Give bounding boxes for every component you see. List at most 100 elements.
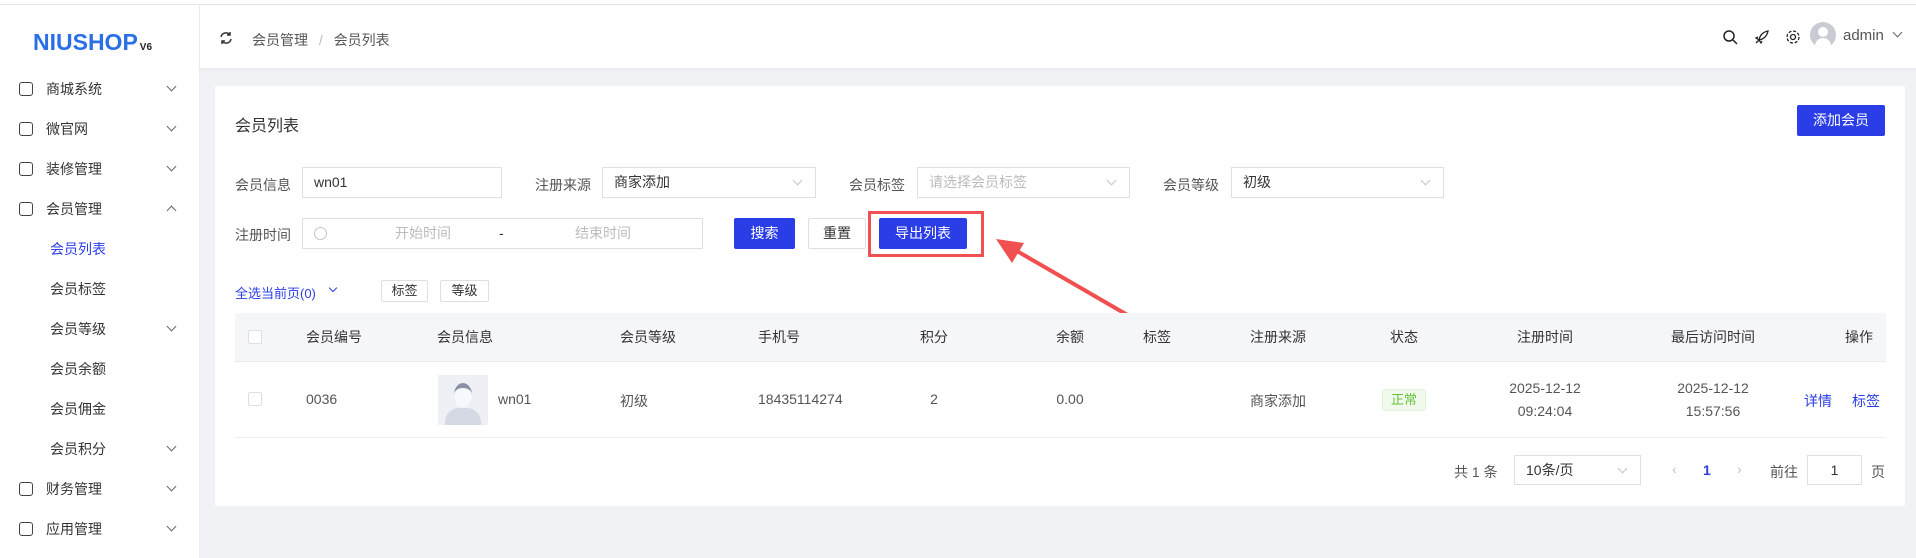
chevron-down-icon (166, 481, 177, 492)
page-1[interactable]: 1 (1703, 462, 1711, 478)
member-points: 2 (930, 391, 938, 407)
member-id: 0036 (306, 391, 338, 407)
tag-label: 会员标签 (849, 177, 905, 193)
source-value: 商家添加 (614, 174, 670, 190)
chevron-down-icon (1617, 463, 1628, 474)
member-info-input[interactable]: wn01 (302, 167, 502, 198)
sidebar-item-label: 会员管理 (46, 201, 102, 217)
member-avatar (438, 375, 488, 425)
sidebar-item[interactable]: 会员积分 (0, 431, 200, 467)
column-header: 会员等级 (620, 329, 676, 345)
sidebar-item-label: 会员等级 (50, 321, 106, 337)
select-all-checkbox[interactable] (248, 330, 262, 344)
clock-icon (314, 227, 327, 240)
shopping-bag-icon (19, 82, 33, 96)
sidebar-item[interactable]: 财务管理 (0, 471, 200, 507)
chevron-down-icon[interactable] (1892, 27, 1903, 38)
column-header: 余额 (1056, 329, 1084, 345)
breadcrumb: 会员管理 / 会员列表 (252, 30, 390, 50)
level-label: 会员等级 (1163, 177, 1219, 193)
reset-button[interactable]: 重置 (808, 218, 866, 249)
sidebar-item-label: 装修管理 (46, 161, 102, 177)
username[interactable]: admin (1843, 27, 1884, 44)
tag-link[interactable]: 标签 (1852, 391, 1880, 411)
member-level: 初级 (620, 393, 648, 409)
breadcrumb-item[interactable]: 会员管理 (252, 32, 308, 48)
row-checkbox[interactable] (248, 392, 262, 406)
rocket-icon[interactable] (1754, 29, 1770, 45)
tag-placeholder: 请选择会员标签 (929, 174, 1027, 190)
chevron-down-icon (166, 121, 177, 132)
end-time-input[interactable]: 结束时间 (538, 219, 668, 248)
finance-icon (19, 482, 33, 496)
select-current-page[interactable]: 全选当前页(0) (235, 283, 316, 302)
decoration-icon (19, 162, 33, 176)
page-size-select[interactable]: 10条/页 (1514, 455, 1641, 485)
sidebar-item[interactable]: 会员余额 (0, 351, 200, 387)
sidebar-item-label: 微官网 (46, 121, 88, 137)
sidebar-item[interactable]: 会员标签 (0, 271, 200, 307)
logo[interactable]: NIUSHOP V6 (33, 29, 152, 56)
level-select[interactable]: 初级 (1231, 167, 1444, 198)
sidebar-item-label: 会员列表 (50, 241, 106, 257)
source-select[interactable]: 商家添加 (602, 167, 816, 198)
app-icon (19, 522, 33, 536)
column-header: 操作 (1845, 329, 1873, 345)
column-header: 状态 (1390, 329, 1418, 345)
sidebar-item[interactable]: 会员管理 (0, 191, 200, 227)
detail-link[interactable]: 详情 (1804, 391, 1832, 411)
start-time-input[interactable]: 开始时间 (373, 219, 473, 248)
sidebar-item-label: 会员余额 (50, 361, 106, 377)
search-button[interactable]: 搜索 (734, 218, 795, 249)
last-visit-date: 2025-12-12 (1677, 380, 1749, 396)
sidebar-item[interactable]: 应用管理 (0, 511, 200, 547)
member-icon (19, 202, 33, 216)
member-phone: 18435114274 (758, 391, 843, 407)
column-header: 积分 (920, 329, 948, 345)
page-suffix: 页 (1871, 464, 1885, 480)
refresh-icon[interactable] (219, 31, 233, 45)
avatar[interactable] (1810, 22, 1836, 48)
search-icon[interactable] (1722, 29, 1738, 45)
date-range-picker[interactable]: 开始时间 - 结束时间 (302, 218, 703, 249)
sidebar-item[interactable]: 商城系统 (0, 71, 200, 107)
breadcrumb-current: 会员列表 (333, 32, 390, 48)
sidebar-item[interactable]: 会员等级 (0, 311, 200, 347)
goto-label: 前往 (1770, 464, 1798, 480)
chevron-down-icon (166, 441, 177, 452)
column-header: 会员编号 (306, 329, 362, 345)
range-separator: - (499, 225, 504, 241)
sidebar: NIUSHOP V6 商城系统微官网装修管理会员管理会员列表会员标签会员等级会员余… (0, 5, 200, 558)
source-label: 注册来源 (535, 177, 591, 193)
sidebar-item[interactable]: 会员列表 (0, 231, 200, 267)
highlight-box (868, 211, 984, 257)
sidebar-item[interactable]: 微官网 (0, 111, 200, 147)
chevron-down-icon (166, 321, 177, 332)
chevron-down-icon (792, 175, 803, 186)
next-page-button[interactable]: › (1737, 461, 1742, 477)
page-title: 会员列表 (235, 118, 300, 135)
logo-version: V6 (139, 42, 153, 53)
add-member-button[interactable]: 添加会员 (1797, 105, 1885, 136)
column-header: 会员信息 (437, 329, 493, 345)
sidebar-item-label: 会员佣金 (50, 401, 106, 417)
column-header: 注册时间 (1517, 329, 1573, 345)
sidebar-item[interactable]: 会员佣金 (0, 391, 200, 427)
reg-time-label: 注册时间 (235, 227, 291, 243)
reg-date: 2025-12-12 (1509, 380, 1581, 396)
chevron-down-icon (166, 81, 177, 92)
sidebar-item-label: 应用管理 (46, 521, 102, 537)
goto-page-input[interactable]: 1 (1807, 455, 1862, 485)
logo-text: NIUSHOP (33, 29, 138, 55)
batch-tag-button[interactable]: 标签 (381, 280, 428, 302)
chevron-up-icon (166, 205, 177, 216)
batch-level-button[interactable]: 等级 (440, 280, 489, 302)
gear-icon[interactable] (1785, 29, 1801, 45)
column-header: 标签 (1143, 329, 1171, 345)
chevron-down-icon (1106, 175, 1117, 186)
column-header: 注册来源 (1250, 329, 1306, 345)
sidebar-item[interactable]: 装修管理 (0, 151, 200, 187)
tag-select[interactable]: 请选择会员标签 (917, 167, 1130, 198)
chevron-down-icon (166, 521, 177, 532)
prev-page-button[interactable]: ‹ (1672, 461, 1677, 477)
